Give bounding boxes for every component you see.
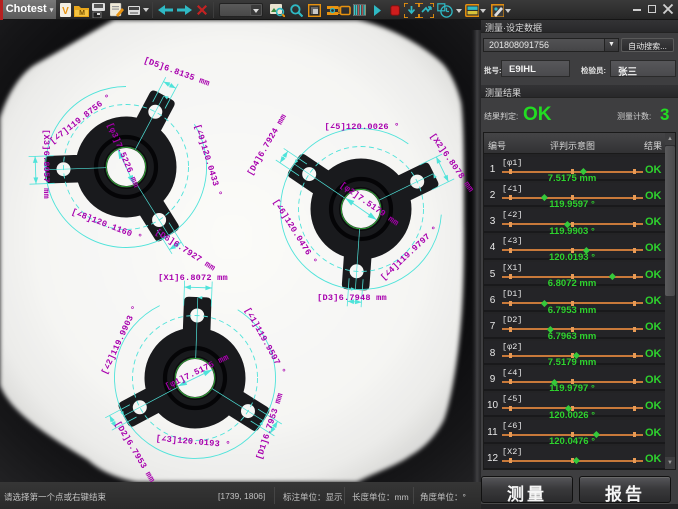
svg-text:V: V xyxy=(62,6,69,17)
svg-text:[X3]6.8057 mm: [X3]6.8057 mm xyxy=(41,129,51,199)
svg-text:[X1]6.8072 mm: [X1]6.8072 mm xyxy=(158,273,228,283)
svg-text:M: M xyxy=(79,10,85,17)
svg-text:[D3]6.7948 mm: [D3]6.7948 mm xyxy=(317,293,387,303)
svg-text:[∠5]120.0026 °: [∠5]120.0026 ° xyxy=(324,122,399,132)
